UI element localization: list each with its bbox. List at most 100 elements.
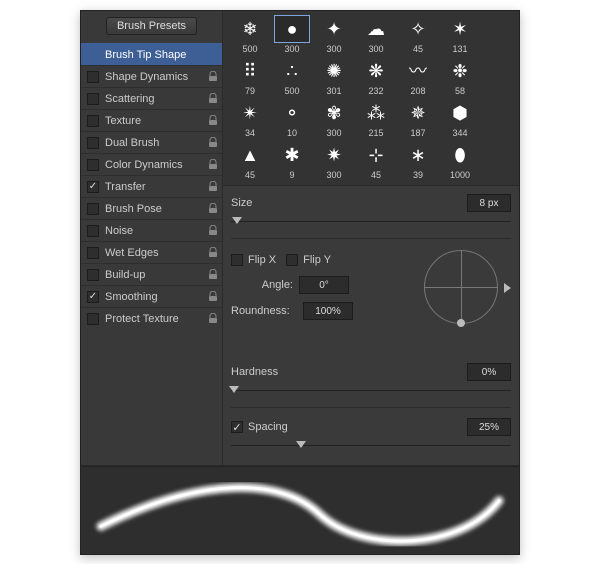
brush-size-caption: 208: [410, 86, 425, 96]
sidebar-item-label: Build-up: [105, 269, 204, 281]
brush-thumb[interactable]: ☁300: [355, 15, 397, 57]
dial-arrow-icon: [504, 283, 511, 293]
brush-thumb[interactable]: ⬢344: [439, 99, 481, 141]
angle-dial[interactable]: [421, 247, 505, 331]
size-value[interactable]: 8 px: [467, 194, 511, 212]
brush-thumb[interactable]: ✷300: [313, 141, 355, 183]
brush-thumb[interactable]: ∗39: [397, 141, 439, 183]
brush-thumb[interactable]: ✵ 187: [397, 99, 439, 141]
sidebar-items: Brush Tip ShapeShape DynamicsScatteringT…: [81, 43, 222, 329]
sidebar-checkbox[interactable]: [87, 115, 99, 127]
sidebar-item-dual-brush[interactable]: Dual Brush: [81, 131, 222, 153]
lock-icon: [208, 159, 218, 170]
sidebar-item-texture[interactable]: Texture: [81, 109, 222, 131]
lock-icon: [208, 71, 218, 82]
size-slider-knob[interactable]: [232, 217, 242, 224]
sidebar-checkbox[interactable]: [87, 225, 99, 237]
brush-thumb[interactable]: ⚬ 10: [271, 99, 313, 141]
brush-size-caption: 344: [452, 128, 467, 138]
sidebar-item-noise[interactable]: Noise: [81, 219, 222, 241]
hardness-slider[interactable]: [231, 387, 511, 395]
sidebar-item-scattering[interactable]: Scattering: [81, 87, 222, 109]
sidebar-item-label: Color Dynamics: [105, 159, 204, 171]
brush-size-caption: 187: [410, 128, 425, 138]
spacing-slider-knob[interactable]: [296, 441, 306, 448]
brush-thumb[interactable]: ⠿79: [229, 57, 271, 99]
brush-size-caption: 300: [326, 128, 341, 138]
roundness-row: Roundness: 100%: [231, 301, 391, 321]
sidebar-checkbox[interactable]: [87, 269, 99, 281]
brush-thumb[interactable]: ✧45: [397, 15, 439, 57]
size-row: Size 8 px: [231, 192, 511, 214]
hardness-value[interactable]: 0%: [467, 363, 511, 381]
dial-handle-icon[interactable]: [457, 319, 465, 327]
sidebar-item-brush-tip-shape[interactable]: Brush Tip Shape: [81, 43, 222, 65]
brush-glyph-icon: ∴: [286, 62, 297, 80]
sidebar-checkbox[interactable]: [87, 203, 99, 215]
spacing-checkbox[interactable]: ✓: [231, 421, 243, 433]
brush-thumb[interactable]: ✦300: [313, 15, 355, 57]
sidebar-item-color-dynamics[interactable]: Color Dynamics: [81, 153, 222, 175]
brush-size-caption: 9: [289, 170, 294, 180]
sidebar-checkbox[interactable]: [87, 71, 99, 83]
roundness-value[interactable]: 100%: [303, 302, 353, 320]
flip-row: Flip X Flip Y: [231, 251, 391, 269]
sidebar-item-shape-dynamics[interactable]: Shape Dynamics: [81, 65, 222, 87]
brush-thumb[interactable]: ✱9: [271, 141, 313, 183]
brush-glyph-icon: ⚬: [284, 104, 299, 122]
brush-thumbnail-grid[interactable]: ❄500●300✦300☁300✧45✶131 ⠿79∴500✺301❋232〰2…: [223, 11, 519, 186]
flip-x-checkbox[interactable]: [231, 254, 243, 266]
sidebar-checkbox[interactable]: [87, 247, 99, 259]
flip-y-checkbox[interactable]: [286, 254, 298, 266]
brush-controls: Size 8 px Flip X Flip Y: [223, 186, 519, 462]
sidebar-item-brush-pose[interactable]: Brush Pose: [81, 197, 222, 219]
sidebar-item-label: Brush Tip Shape: [105, 49, 218, 61]
brush-thumb[interactable]: ✶131: [439, 15, 481, 57]
brush-thumb[interactable]: ∴500: [271, 57, 313, 99]
brush-size-caption: 10: [287, 128, 297, 138]
brush-thumb[interactable]: ⬮1000: [439, 141, 481, 183]
brush-glyph-icon: ❄: [242, 20, 257, 38]
size-label: Size: [231, 197, 299, 209]
brush-size-caption: 45: [371, 170, 381, 180]
lock-icon: [208, 137, 218, 148]
brush-glyph-icon: ⠿: [243, 62, 256, 80]
brush-thumb[interactable]: ✾300: [313, 99, 355, 141]
lock-icon: [208, 291, 218, 302]
brush-thumb[interactable]: ⁂215: [355, 99, 397, 141]
sidebar-checkbox[interactable]: [87, 313, 99, 325]
spacing-slider[interactable]: [231, 442, 511, 450]
sidebar-checkbox[interactable]: ✓: [87, 181, 99, 193]
sidebar-item-label: Dual Brush: [105, 137, 204, 149]
flip-x-label: Flip X: [248, 254, 276, 266]
brush-glyph-icon: ❋: [368, 62, 383, 80]
sidebar-item-wet-edges[interactable]: Wet Edges: [81, 241, 222, 263]
brush-thumb[interactable]: ⊹45: [355, 141, 397, 183]
sidebar-item-transfer[interactable]: ✓ Transfer: [81, 175, 222, 197]
sidebar-item-smoothing[interactable]: ✓Smoothing: [81, 285, 222, 307]
spacing-value[interactable]: 25%: [467, 418, 511, 436]
angle-value[interactable]: 0°: [299, 276, 349, 294]
sidebar-item-build-up[interactable]: Build-up: [81, 263, 222, 285]
brush-thumb[interactable]: ✺301: [313, 57, 355, 99]
brush-thumb[interactable]: ✴34: [229, 99, 271, 141]
sidebar-item-protect-texture[interactable]: Protect Texture: [81, 307, 222, 329]
sidebar-item-label: Transfer: [105, 181, 204, 193]
brush-thumb[interactable]: ❋232: [355, 57, 397, 99]
sidebar-checkbox[interactable]: ✓: [87, 291, 99, 303]
sidebar-checkbox[interactable]: [87, 137, 99, 149]
brush-thumb[interactable]: 〰208: [397, 57, 439, 99]
size-slider[interactable]: [231, 218, 511, 226]
sidebar-checkbox[interactable]: [87, 93, 99, 105]
brush-thumb[interactable]: ▲45: [229, 141, 271, 183]
brush-thumb[interactable]: ●300: [271, 15, 313, 57]
brush-thumb[interactable]: ❉58: [439, 57, 481, 99]
brush-size-caption: 300: [284, 44, 299, 54]
brush-thumb[interactable]: ❄500: [229, 15, 271, 57]
hardness-slider-knob[interactable]: [229, 386, 239, 393]
brush-panel: Brush Presets Brush Tip Shape Shape Dynam…: [80, 10, 520, 555]
sidebar-checkbox[interactable]: [87, 159, 99, 171]
lock-icon: [208, 313, 218, 324]
brush-glyph-icon: ✵: [410, 104, 425, 122]
brush-presets-button[interactable]: Brush Presets: [106, 17, 197, 35]
